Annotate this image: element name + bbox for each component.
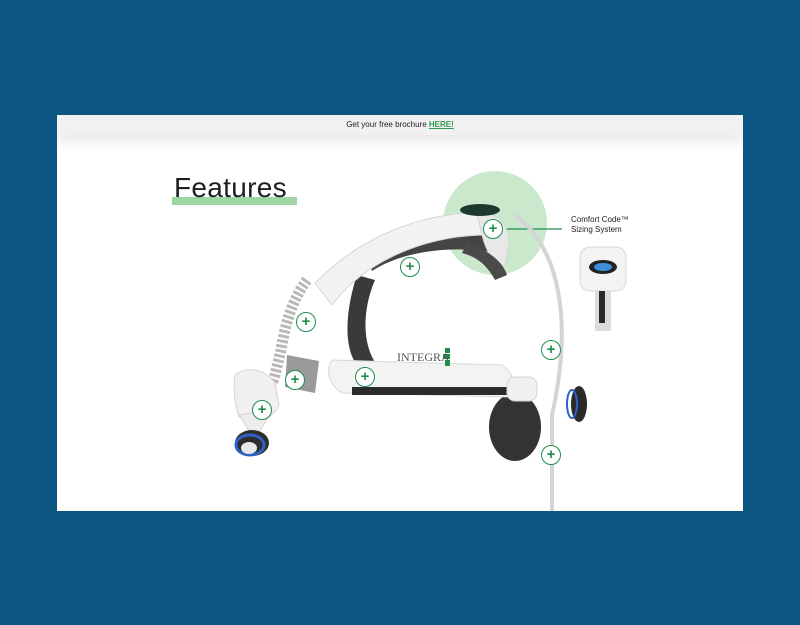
title-block: Features: [172, 172, 297, 205]
head-band-lining: [352, 387, 507, 395]
hotspot-sizing-system[interactable]: +: [483, 219, 503, 239]
sizing-system-callout: Comfort Code™ Sizing System: [571, 215, 629, 235]
hotspot-lamp-arm[interactable]: +: [252, 400, 272, 420]
hotspot-cable[interactable]: +: [541, 445, 561, 465]
hotspot-bracket[interactable]: +: [285, 370, 305, 390]
hotspot-ratchet[interactable]: +: [541, 340, 561, 360]
top-arch: [314, 212, 483, 306]
headlight-illustration: INTEGRA: [233, 171, 627, 511]
brochure-text: Get your free brochure: [346, 120, 429, 129]
front-pad: [489, 393, 541, 461]
brochure-link[interactable]: HERE!: [429, 120, 454, 129]
features-panel: Get your free brochure HERE! Features IN…: [57, 115, 743, 511]
hotspot-top-pad[interactable]: +: [400, 257, 420, 277]
hotspot-hose[interactable]: +: [296, 312, 316, 332]
page-title: Features: [174, 172, 287, 203]
sizing-knob-top: [460, 204, 500, 216]
hotspot-head-band[interactable]: +: [355, 367, 375, 387]
lamp-lens: [241, 442, 257, 454]
rear-pad: [347, 275, 377, 365]
brochure-banner: Get your free brochure HERE!: [57, 115, 743, 135]
ratchet-housing: [506, 376, 538, 402]
brand-label: INTEGRA: [397, 350, 450, 364]
callout-line-1: Comfort Code™: [571, 215, 629, 224]
callout-line-2: Sizing System: [571, 225, 622, 234]
